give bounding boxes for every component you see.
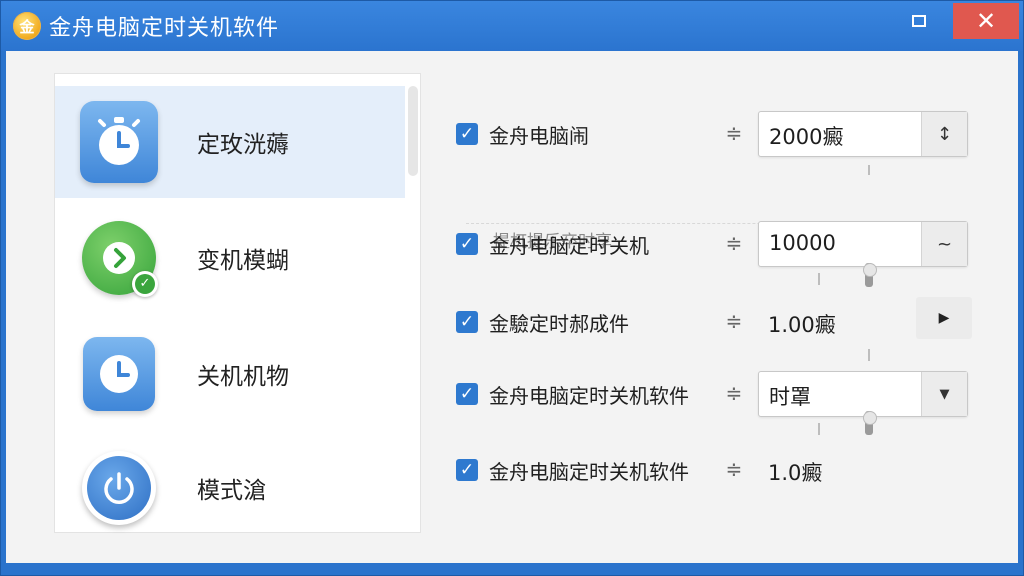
chevron-down-icon[interactable]: ▼ <box>921 372 967 416</box>
title-bar[interactable]: 金 金舟电脑定时关机软件 ✕ <box>1 1 1023 51</box>
close-button[interactable]: ✕ <box>953 3 1019 39</box>
slider-tick <box>818 423 820 435</box>
adjust-icon: ≑ <box>725 309 743 333</box>
clock-icon <box>79 334 159 414</box>
checkbox[interactable]: ✓ <box>456 311 478 333</box>
checkbox[interactable]: ✓ <box>456 459 478 481</box>
spinner-up-down-button[interactable]: ↕ <box>921 112 967 156</box>
setting-value: 1.00癜 <box>768 313 836 337</box>
dropdown-select[interactable]: 时罩 ▼ <box>758 371 968 417</box>
main-content: 定玫洸薅 ✓ 变机模蝴 关机机物 模式滄 ✓ 金舟电脑闹 ≑ 2000癜 ↕ 提… <box>6 51 1018 563</box>
setting-label: 金舟电脑定时关机 <box>489 234 649 258</box>
sidebar-item-label: 定玫洸薅 <box>197 132 289 158</box>
setting-row: ✓ 金舟电脑定时关机 ≑ 10000 ~ <box>446 221 986 267</box>
window-title: 金舟电脑定时关机软件 <box>49 16 280 41</box>
setting-row: ✓ 金舟电脑定时关机软件 ≑ 时罩 ▼ <box>446 371 986 417</box>
checkbox[interactable]: ✓ <box>456 123 478 145</box>
spinner-button[interactable]: ~ <box>921 222 967 266</box>
setting-row: ✓ 金舟电脑定时关机软件 ≑ 1.0癜 <box>446 447 986 493</box>
maximize-icon <box>912 15 926 27</box>
adjust-icon: ≑ <box>725 121 743 145</box>
power-icon <box>79 448 159 528</box>
adjust-icon: ≑ <box>725 231 743 255</box>
sidebar-item-label: 模式滄 <box>197 478 266 504</box>
spinner-value: 10000 <box>769 231 836 255</box>
slider-tick <box>868 165 870 175</box>
dropdown-value: 时罩 <box>769 385 811 409</box>
sidebar-item-label: 变机模蝴 <box>197 248 289 274</box>
checkbox[interactable]: ✓ <box>456 233 478 255</box>
setting-row: ✓ 金舟电脑闹 ≑ 2000癜 ↕ <box>446 111 986 157</box>
chat-check-icon: ✓ <box>79 218 159 298</box>
spinner-value: 2000癜 <box>769 125 844 149</box>
slider-tick <box>868 349 870 361</box>
setting-label: 金舟电脑定时关机软件 <box>489 384 689 408</box>
adjust-icon: ≑ <box>725 381 743 405</box>
setting-label: 金舟电脑定时关机软件 <box>489 460 689 484</box>
sidebar-item-label: 关机机物 <box>197 364 289 390</box>
setting-row: ✓ 金驗定时郝成件 ≑ 1.00癜 ▶ <box>446 297 986 345</box>
setting-label: 金驗定时郝成件 <box>489 312 629 336</box>
sidebar: 定玫洸薅 ✓ 变机模蝴 关机机物 模式滄 <box>54 73 421 533</box>
sidebar-item-mode[interactable]: ✓ 变机模蝴 <box>55 202 405 314</box>
slider-tick <box>818 273 820 285</box>
sidebar-item-power-mode[interactable]: 模式滄 <box>55 432 405 544</box>
maximize-button[interactable] <box>889 1 949 41</box>
setting-value: 1.0癜 <box>768 461 823 485</box>
sidebar-item-shutdown[interactable]: 关机机物 <box>55 318 405 430</box>
app-logo-icon: 金 <box>13 12 41 40</box>
play-arrow-button[interactable]: ▶ <box>916 297 972 339</box>
value-spinner[interactable]: 2000癜 ↕ <box>758 111 968 157</box>
alarm-clock-icon <box>79 101 159 183</box>
value-spinner[interactable]: 10000 ~ <box>758 221 968 267</box>
sidebar-item-timer[interactable]: 定玫洸薅 <box>55 86 405 198</box>
slider-handle[interactable] <box>863 263 877 287</box>
app-window: 金 金舟电脑定时关机软件 ✕ 定玫洸薅 ✓ 变机模蝴 关机机物 模式滄 ✓ 金舟… <box>0 0 1024 576</box>
settings-panel: ✓ 金舟电脑闹 ≑ 2000癜 ↕ 提杌提乐卒时享 ✓ 金舟电脑定时关机 ≑ 1… <box>446 91 986 531</box>
sidebar-scrollbar[interactable] <box>408 86 418 176</box>
checkbox[interactable]: ✓ <box>456 383 478 405</box>
adjust-icon: ≑ <box>725 457 743 481</box>
slider-handle[interactable] <box>863 411 877 435</box>
setting-label: 金舟电脑闹 <box>489 124 589 148</box>
